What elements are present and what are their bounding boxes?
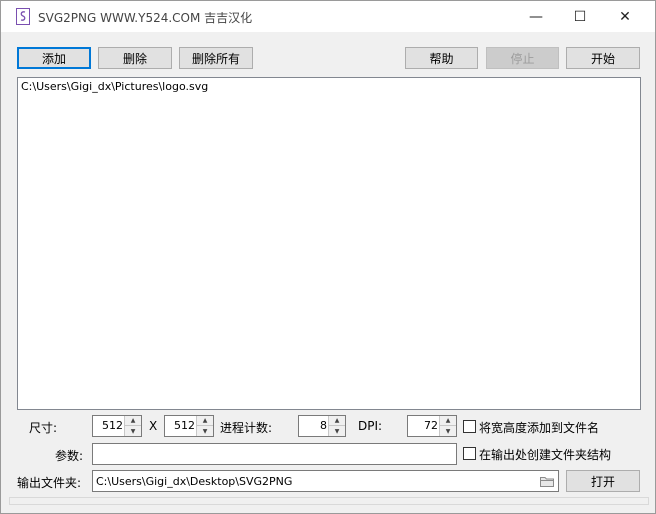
threads-stepper-arrows: ▲ ▼ [328,416,345,436]
height-value: 512 [174,419,195,432]
threads-stepper[interactable]: 8 ▲ ▼ [298,415,346,437]
chevron-down-icon[interactable]: ▼ [125,426,141,436]
window-title: SVG2PNG WWW.Y524.COM 吉吉汉化 [38,11,253,25]
output-folder-input[interactable]: C:\Users\Gigi_dx\Desktop\SVG2PNG [92,470,559,492]
maximize-button[interactable]: ☐ [557,1,603,32]
close-button[interactable]: ✕ [602,1,648,32]
params-label: 参数: [55,449,84,463]
delete-button[interactable]: 删除 [98,47,172,69]
width-value: 512 [102,419,123,432]
dpi-stepper[interactable]: 72 ▲ ▼ [407,415,457,437]
params-input[interactable] [92,443,457,465]
title-bar[interactable]: SVG2PNG WWW.Y524.COM 吉吉汉化 — ☐ ✕ [1,1,655,32]
status-bar [9,497,649,505]
threads-value: 8 [320,419,327,432]
chevron-up-icon[interactable]: ▲ [440,416,456,426]
chevron-down-icon[interactable]: ▼ [329,426,345,436]
dpi-value: 72 [424,419,438,432]
threads-label: 进程计数: [220,421,273,435]
output-folder-label: 输出文件夹: [17,476,82,490]
output-folder-path: C:\Users\Gigi_dx\Desktop\SVG2PNG [96,475,293,488]
chevron-up-icon[interactable]: ▲ [197,416,213,426]
add-button[interactable]: 添加 [17,47,91,69]
dpi-label: DPI: [358,419,383,433]
append-size-checkbox[interactable] [463,420,476,433]
app-window: SVG2PNG WWW.Y524.COM 吉吉汉化 — ☐ ✕ 添加 删除 删除… [0,0,656,514]
x-label: X [149,419,158,433]
chevron-down-icon[interactable]: ▼ [197,426,213,436]
size-label: 尺寸: [29,421,58,435]
stop-button[interactable]: 停止 [486,47,559,69]
width-stepper-arrows: ▲ ▼ [124,416,141,436]
chevron-up-icon[interactable]: ▲ [329,416,345,426]
help-button[interactable]: 帮助 [405,47,478,69]
minimize-icon: — [529,8,543,25]
delete-all-button[interactable]: 删除所有 [179,47,253,69]
folder-icon[interactable] [540,476,554,487]
open-button[interactable]: 打开 [566,470,640,492]
minimize-button[interactable]: — [513,1,559,32]
height-stepper[interactable]: 512 ▲ ▼ [164,415,214,437]
list-item[interactable]: C:\Users\Gigi_dx\Pictures\logo.svg [21,80,208,93]
height-stepper-arrows: ▲ ▼ [196,416,213,436]
start-button[interactable]: 开始 [566,47,640,69]
chevron-up-icon[interactable]: ▲ [125,416,141,426]
maximize-icon: ☐ [573,8,587,25]
app-icon [16,8,30,25]
append-size-label[interactable]: 将宽高度添加到文件名 [479,419,599,436]
file-list[interactable]: C:\Users\Gigi_dx\Pictures\logo.svg [17,77,641,410]
width-stepper[interactable]: 512 ▲ ▼ [92,415,142,437]
close-icon: ✕ [619,8,631,25]
create-structure-checkbox[interactable] [463,447,476,460]
chevron-down-icon[interactable]: ▼ [440,426,456,436]
create-structure-label[interactable]: 在输出处创建文件夹结构 [479,446,611,463]
dpi-stepper-arrows: ▲ ▼ [439,416,456,436]
